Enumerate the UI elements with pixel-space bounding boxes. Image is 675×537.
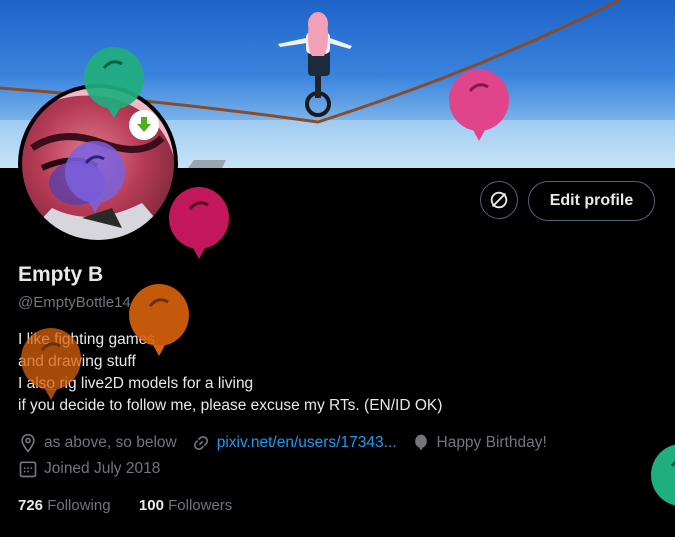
- balloon-decoration-pink: [449, 69, 509, 141]
- balloon-decoration-magenta: [169, 187, 229, 259]
- balloon-decoration-green: [84, 47, 144, 118]
- profile-meta-row: as above, so below pixiv.net/en/users/17…: [18, 433, 547, 453]
- balloon-icon: [414, 434, 427, 451]
- profile-handle: @EmptyBottle14: [18, 294, 131, 311]
- location-icon: [21, 433, 35, 453]
- profile-name: Empty B: [18, 263, 104, 286]
- profile-location: as above, so below: [44, 434, 177, 451]
- edit-profile-button[interactable]: Edit profile: [528, 181, 655, 221]
- following-count: 726: [18, 497, 44, 514]
- balloon-decoration-green: [651, 444, 675, 506]
- followers-label: Followers: [168, 497, 233, 514]
- followers-count: 100: [138, 497, 164, 514]
- balloon-decoration-orange: [129, 284, 189, 356]
- following-label: Following: [47, 497, 111, 514]
- balloon-decoration-orange: [21, 328, 81, 400]
- profile-joined: Joined July 2018: [44, 460, 161, 477]
- profile-website-link[interactable]: pixiv.net/en/users/17343...: [217, 434, 397, 452]
- profile-meta-row: Joined July 2018: [18, 459, 160, 479]
- profile-stats: 726 Following 100 Followers: [18, 497, 232, 514]
- theme-icon-button[interactable]: [480, 181, 518, 219]
- profile-birthday: Happy Birthday!: [436, 434, 547, 451]
- following-link[interactable]: 726 Following: [18, 497, 111, 514]
- calendar-icon: [19, 461, 37, 478]
- no-symbol-icon: [490, 191, 508, 209]
- followers-link[interactable]: 100 Followers: [139, 497, 232, 514]
- balloon-decoration-purple: [65, 141, 125, 213]
- link-icon: [193, 435, 208, 451]
